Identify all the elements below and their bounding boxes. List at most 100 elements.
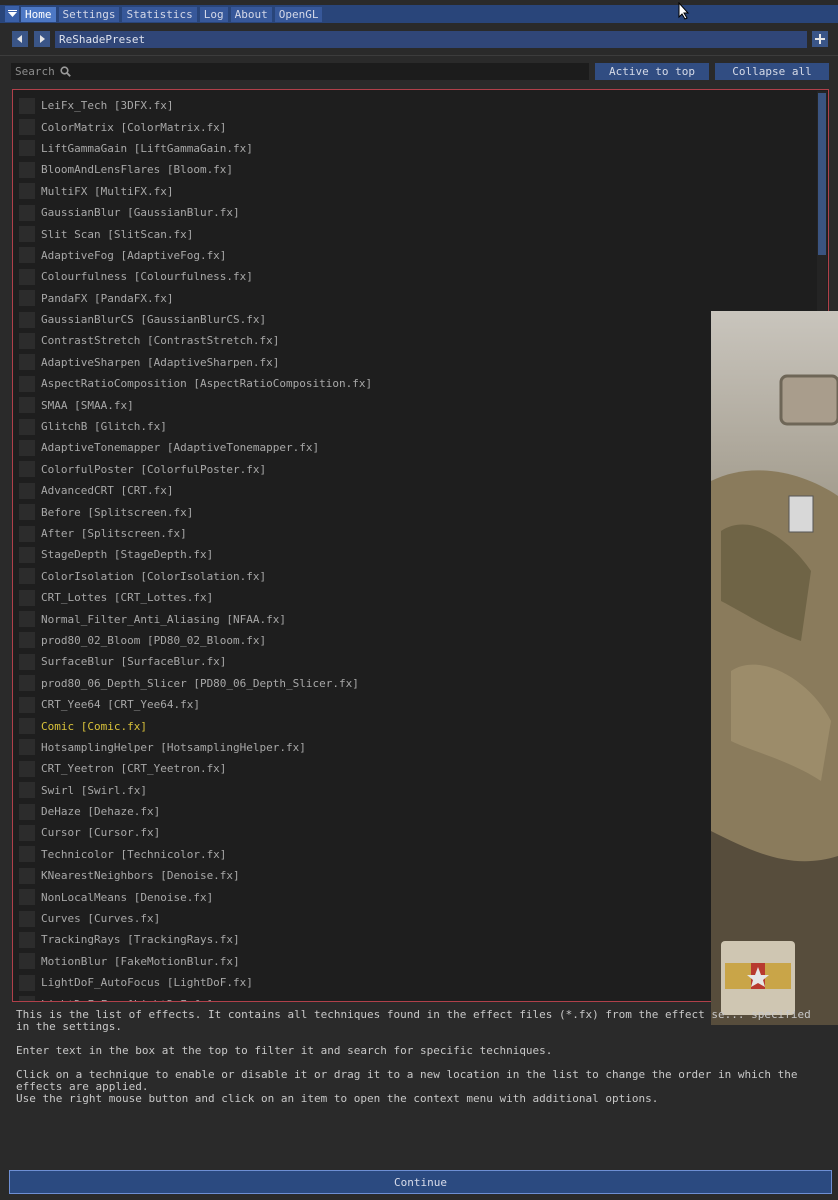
effect-row[interactable]: Curves [Curves.fx] bbox=[19, 908, 372, 929]
effect-row[interactable]: PandaFX [PandaFX.fx] bbox=[19, 288, 372, 309]
effect-row[interactable]: MotionBlur [FakeMotionBlur.fx] bbox=[19, 951, 372, 972]
effect-checkbox[interactable] bbox=[19, 140, 35, 157]
effect-row[interactable]: prod80_02_Bloom [PD80_02_Bloom.fx] bbox=[19, 630, 372, 651]
effect-row[interactable]: Technicolor [Technicolor.fx] bbox=[19, 844, 372, 865]
effect-row[interactable]: AdvancedCRT [CRT.fx] bbox=[19, 480, 372, 501]
effect-row[interactable]: GaussianBlurCS [GaussianBlurCS.fx] bbox=[19, 309, 372, 330]
next-preset-button[interactable] bbox=[34, 31, 50, 47]
effect-checkbox[interactable] bbox=[19, 268, 35, 285]
continue-button[interactable]: Continue bbox=[9, 1170, 832, 1194]
effect-row[interactable]: CRT_Yee64 [CRT_Yee64.fx] bbox=[19, 694, 372, 715]
effect-row[interactable]: LightDoF_AutoFocus [LightDoF.fx] bbox=[19, 972, 372, 993]
effect-checkbox[interactable] bbox=[19, 996, 35, 1001]
effect-row[interactable]: ColorfulPoster [ColorfulPoster.fx] bbox=[19, 459, 372, 480]
effect-row[interactable]: TrackingRays [TrackingRays.fx] bbox=[19, 929, 372, 950]
effect-checkbox[interactable] bbox=[19, 846, 35, 863]
effect-checkbox[interactable] bbox=[19, 461, 35, 478]
effect-row[interactable]: Colourfulness [Colourfulness.fx] bbox=[19, 266, 372, 287]
effect-checkbox[interactable] bbox=[19, 824, 35, 841]
effect-row[interactable]: SurfaceBlur [SurfaceBlur.fx] bbox=[19, 651, 372, 672]
effect-row[interactable]: CRT_Lottes [CRT_Lottes.fx] bbox=[19, 587, 372, 608]
effect-checkbox[interactable] bbox=[19, 247, 35, 264]
effect-row[interactable]: Cursor [Cursor.fx] bbox=[19, 822, 372, 843]
effect-checkbox[interactable] bbox=[19, 803, 35, 820]
effect-row[interactable]: SMAA [SMAA.fx] bbox=[19, 394, 372, 415]
effect-checkbox[interactable] bbox=[19, 183, 35, 200]
effect-row[interactable]: LightDoF_Far [LightDoF.fx] bbox=[19, 993, 372, 1001]
tab-opengl[interactable]: OpenGL bbox=[274, 6, 323, 22]
effect-checkbox[interactable] bbox=[19, 889, 35, 906]
previous-preset-button[interactable] bbox=[12, 31, 28, 47]
effect-row[interactable]: Normal_Filter_Anti_Aliasing [NFAA.fx] bbox=[19, 608, 372, 629]
effect-checkbox[interactable] bbox=[19, 375, 35, 392]
effect-row[interactable]: NonLocalMeans [Denoise.fx] bbox=[19, 886, 372, 907]
effect-checkbox[interactable] bbox=[19, 97, 35, 114]
effect-row[interactable]: AspectRatioComposition [AspectRatioCompo… bbox=[19, 373, 372, 394]
effect-checkbox[interactable] bbox=[19, 910, 35, 927]
effect-row[interactable]: Swirl [Swirl.fx] bbox=[19, 780, 372, 801]
effect-checkbox[interactable] bbox=[19, 161, 35, 178]
effect-row[interactable]: BloomAndLensFlares [Bloom.fx] bbox=[19, 159, 372, 180]
effect-checkbox[interactable] bbox=[19, 332, 35, 349]
effect-checkbox[interactable] bbox=[19, 290, 35, 307]
effect-checkbox[interactable] bbox=[19, 204, 35, 221]
add-preset-button[interactable] bbox=[812, 31, 828, 47]
effect-row[interactable]: prod80_06_Depth_Slicer [PD80_06_Depth_Sl… bbox=[19, 673, 372, 694]
tab-settings[interactable]: Settings bbox=[58, 6, 120, 22]
tab-about[interactable]: About bbox=[230, 6, 272, 22]
tab-statistics[interactable]: Statistics bbox=[122, 6, 197, 22]
preset-name-field[interactable]: ReShadePreset bbox=[55, 31, 807, 48]
effect-checkbox[interactable] bbox=[19, 482, 35, 499]
window-menu-icon[interactable] bbox=[5, 6, 19, 22]
effect-checkbox[interactable] bbox=[19, 418, 35, 435]
effect-checkbox[interactable] bbox=[19, 546, 35, 563]
effect-checkbox[interactable] bbox=[19, 525, 35, 542]
effect-checkbox[interactable] bbox=[19, 931, 35, 948]
effect-row[interactable]: AdaptiveFog [AdaptiveFog.fx] bbox=[19, 245, 372, 266]
effect-row[interactable]: Slit Scan [SlitScan.fx] bbox=[19, 223, 372, 244]
effect-checkbox[interactable] bbox=[19, 311, 35, 328]
effect-checkbox[interactable] bbox=[19, 867, 35, 884]
collapse-all-button[interactable]: Collapse all bbox=[715, 63, 829, 80]
effect-row[interactable]: CRT_Yeetron [CRT_Yeetron.fx] bbox=[19, 758, 372, 779]
effect-row[interactable]: AdaptiveSharpen [AdaptiveSharpen.fx] bbox=[19, 352, 372, 373]
effect-checkbox[interactable] bbox=[19, 504, 35, 521]
active-to-top-button[interactable]: Active to top bbox=[595, 63, 709, 80]
effect-checkbox[interactable] bbox=[19, 611, 35, 628]
tab-home[interactable]: Home bbox=[21, 6, 56, 22]
effect-row[interactable]: ColorMatrix [ColorMatrix.fx] bbox=[19, 116, 372, 137]
effect-checkbox[interactable] bbox=[19, 354, 35, 371]
effect-checkbox[interactable] bbox=[19, 226, 35, 243]
effect-list[interactable]: LeiFx_Tech [3DFX.fx] ColorMatrix [ColorMa… bbox=[12, 89, 829, 1002]
effect-row[interactable]: AdaptiveTonemapper [AdaptiveTonemapper.f… bbox=[19, 437, 372, 458]
effect-checkbox[interactable] bbox=[19, 589, 35, 606]
effect-row[interactable]: KNearestNeighbors [Denoise.fx] bbox=[19, 865, 372, 886]
tab-log[interactable]: Log bbox=[199, 6, 228, 22]
effect-row[interactable]: LeiFx_Tech [3DFX.fx] bbox=[19, 95, 372, 116]
effect-checkbox[interactable] bbox=[19, 632, 35, 649]
effect-row[interactable]: Before [Splitscreen.fx] bbox=[19, 501, 372, 522]
effect-row[interactable]: MultiFX [MultiFX.fx] bbox=[19, 181, 372, 202]
effect-checkbox[interactable] bbox=[19, 953, 35, 970]
scrollbar-thumb[interactable] bbox=[818, 93, 826, 255]
effect-checkbox[interactable] bbox=[19, 439, 35, 456]
effect-row[interactable]: ColorIsolation [ColorIsolation.fx] bbox=[19, 566, 372, 587]
effect-checkbox[interactable] bbox=[19, 675, 35, 692]
effect-checkbox[interactable] bbox=[19, 653, 35, 670]
effect-checkbox[interactable] bbox=[19, 782, 35, 799]
effect-checkbox[interactable] bbox=[19, 397, 35, 414]
effect-row[interactable]: After [Splitscreen.fx] bbox=[19, 523, 372, 544]
effect-row[interactable]: HotsamplingHelper [HotsamplingHelper.fx] bbox=[19, 737, 372, 758]
effect-checkbox[interactable] bbox=[19, 974, 35, 991]
effect-checkbox[interactable] bbox=[19, 739, 35, 756]
effect-row[interactable]: GaussianBlur [GaussianBlur.fx] bbox=[19, 202, 372, 223]
effect-checkbox[interactable] bbox=[19, 119, 35, 136]
effect-row[interactable]: ContrastStretch [ContrastStretch.fx] bbox=[19, 330, 372, 351]
effect-row[interactable]: Comic [Comic.fx] bbox=[19, 715, 372, 736]
effect-checkbox[interactable] bbox=[19, 568, 35, 585]
effect-checkbox[interactable] bbox=[19, 760, 35, 777]
effect-checkbox[interactable] bbox=[19, 718, 35, 735]
effect-row[interactable]: GlitchB [Glitch.fx] bbox=[19, 416, 372, 437]
effect-row[interactable]: LiftGammaGain [LiftGammaGain.fx] bbox=[19, 138, 372, 159]
effect-row[interactable]: DeHaze [Dehaze.fx] bbox=[19, 801, 372, 822]
